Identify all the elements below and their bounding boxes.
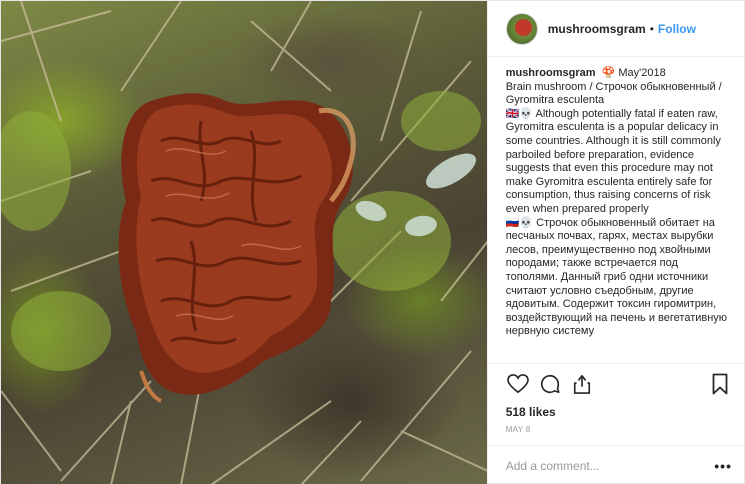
- add-comment-bar: Add a comment... •••: [487, 445, 744, 484]
- post-sidebar: mushroomsgram • Follow mushroomsgram 🍄 M…: [486, 1, 744, 484]
- post-photo[interactable]: [1, 1, 487, 484]
- mushroom-cap: [118, 93, 356, 403]
- bookmark-icon[interactable]: [708, 372, 732, 396]
- more-options-icon[interactable]: •••: [714, 458, 732, 474]
- action-bar: [487, 363, 744, 403]
- caption-title: Brain mushroom / Строчок обыкновенный / …: [505, 80, 722, 107]
- header-username[interactable]: mushroomsgram: [548, 22, 646, 36]
- mushroom-photo-illustration: [1, 1, 487, 484]
- comment-icon[interactable]: [538, 372, 562, 396]
- caption-section: mushroomsgram 🍄 May'2018 Brain mushroom …: [488, 57, 744, 363]
- caption: mushroomsgram 🍄 May'2018 Brain mushroom …: [506, 67, 732, 339]
- separator-dot: •: [649, 21, 654, 36]
- avatar[interactable]: [505, 12, 538, 45]
- caption-date-line: 🍄 May'2018: [601, 67, 666, 79]
- post-date: MAY 8: [505, 425, 531, 434]
- comment-input[interactable]: Add a comment...: [506, 459, 715, 473]
- likes-count[interactable]: 518 likes: [488, 403, 744, 421]
- follow-button[interactable]: Follow: [658, 22, 696, 36]
- heart-icon[interactable]: [506, 372, 530, 396]
- caption-line-1: mushroomsgram 🍄 May'2018: [506, 67, 732, 81]
- caption-english-text: 🇬🇧💀 Although potentially fatal if eaten …: [505, 107, 721, 215]
- instagram-post: mushroomsgram • Follow mushroomsgram 🍄 M…: [0, 0, 745, 484]
- post-header: mushroomsgram • Follow: [487, 1, 744, 57]
- share-icon[interactable]: [570, 372, 594, 396]
- caption-username[interactable]: mushroomsgram: [506, 67, 596, 79]
- caption-russian-text: 🇷🇺💀 Строчок обыкновенный обитает на песч…: [505, 216, 728, 338]
